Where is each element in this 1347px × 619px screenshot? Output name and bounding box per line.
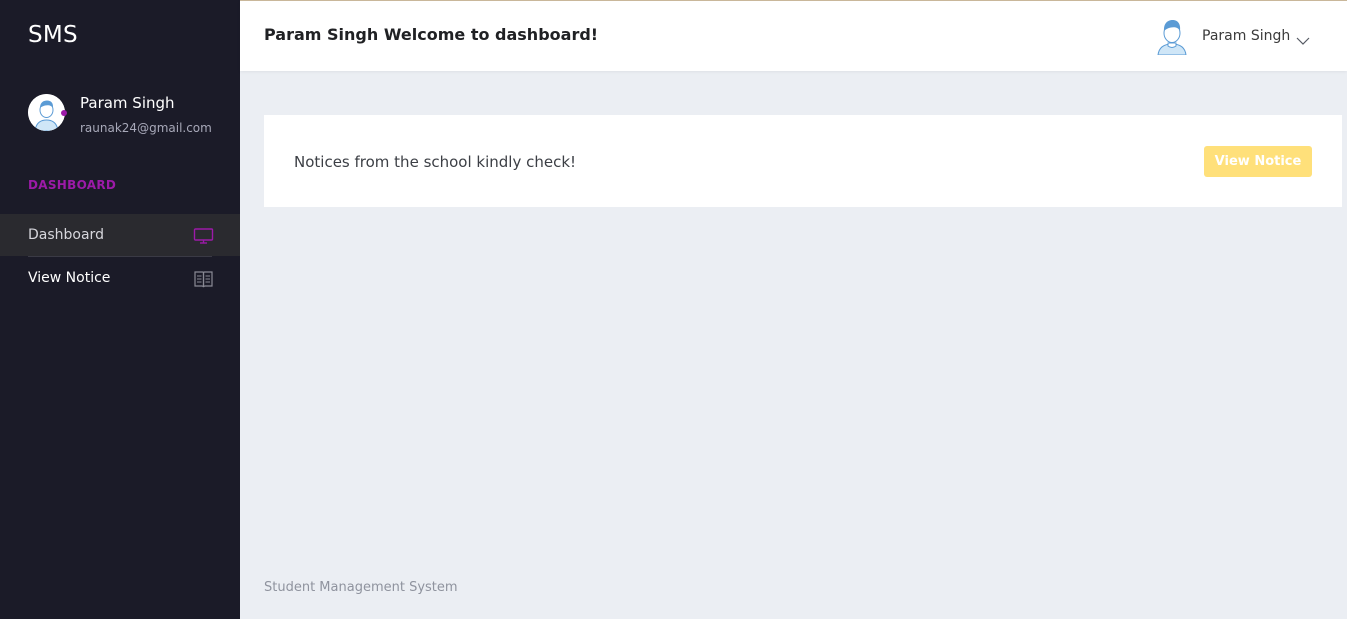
monitor-icon — [193, 227, 214, 245]
header-user-name: Param Singh — [1202, 28, 1291, 44]
chevron-down-icon[interactable] — [1296, 31, 1310, 45]
sidebar-item-view-notice[interactable]: View Notice — [0, 257, 240, 299]
user-avatar-icon — [1157, 19, 1187, 56]
sidebar-item-label: Dashboard — [28, 227, 104, 243]
online-status-dot — [61, 110, 67, 116]
notice-message: Notices from the school kindly check! — [294, 153, 577, 171]
profile-name: Param Singh — [80, 94, 175, 112]
sidebar-item-label: View Notice — [28, 270, 111, 286]
footer-text: Student Management System — [264, 580, 458, 595]
user-menu[interactable]: Param Singh — [1157, 17, 1327, 57]
notice-card: Notices from the school kindly check! Vi… — [264, 115, 1342, 207]
nav-section-label: DASHBOARD — [28, 178, 117, 192]
brand-logo[interactable]: SMS — [28, 22, 78, 48]
user-avatar-icon — [28, 94, 65, 131]
sidebar-item-dashboard[interactable]: Dashboard — [0, 214, 240, 256]
view-notice-button[interactable]: View Notice — [1204, 146, 1312, 177]
top-header: Param Singh Welcome to dashboard! Param … — [240, 0, 1347, 71]
profile-email: raunak24@gmail.com — [80, 121, 212, 135]
avatar[interactable] — [28, 94, 67, 131]
sidebar: SMS Param Singh raunak24@gmail.com DASHB… — [0, 0, 240, 619]
page-title: Param Singh Welcome to dashboard! — [264, 25, 599, 44]
sidebar-profile: Param Singh raunak24@gmail.com — [28, 94, 228, 138]
book-icon — [193, 270, 214, 288]
